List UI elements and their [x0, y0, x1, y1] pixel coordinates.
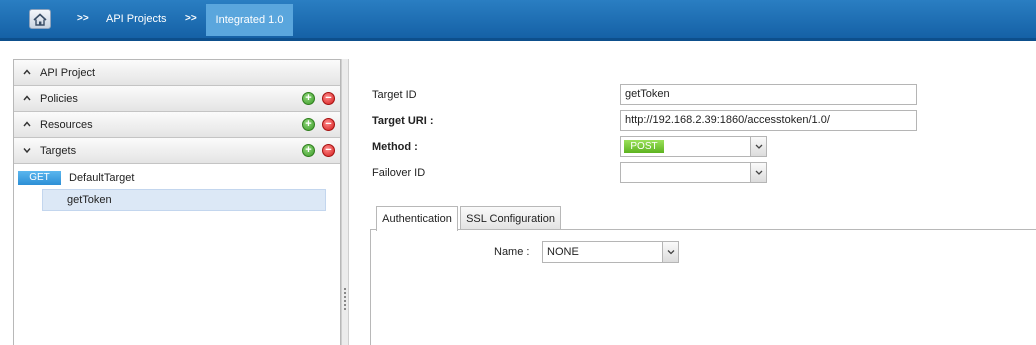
topbar-border: [0, 38, 1036, 41]
dropdown-arrow-icon[interactable]: [750, 137, 766, 156]
target-uri-input[interactable]: http://192.168.2.39:1860/accesstoken/1.0…: [620, 110, 917, 131]
authentication-tab-content: [370, 229, 1036, 345]
add-resource-button[interactable]: +: [302, 118, 315, 131]
section-label: Policies: [40, 93, 78, 105]
method-label: Method :: [372, 141, 418, 153]
target-id-input[interactable]: getToken: [620, 84, 917, 105]
breadcrumb-separator: >>: [185, 13, 197, 24]
section-label: API Project: [40, 67, 96, 79]
add-target-button[interactable]: +: [302, 144, 315, 157]
section-label: Targets: [40, 145, 77, 157]
project-tree-panel: API Project Policies + − Resources + − T…: [13, 59, 341, 345]
section-api-project[interactable]: API Project: [14, 60, 340, 86]
splitter-grip-icon[interactable]: [344, 288, 346, 310]
dropdown-arrow-icon[interactable]: [662, 242, 678, 262]
auth-name-label: Name :: [494, 246, 530, 258]
breadcrumb-current[interactable]: Integrated 1.0: [206, 4, 293, 36]
target-id-label: Target ID: [372, 89, 417, 101]
section-targets[interactable]: Targets + −: [14, 138, 340, 164]
auth-name-value: NONE: [547, 246, 579, 258]
target-uri-label: Target URI :: [372, 115, 434, 127]
add-policy-button[interactable]: +: [302, 92, 315, 105]
auth-name-select[interactable]: NONE: [542, 241, 679, 263]
top-navigation-bar: >> API Projects >> Integrated 1.0: [0, 0, 1036, 38]
chevron-up-icon: [23, 69, 31, 75]
tree-item-default-target[interactable]: GET DefaultTarget: [14, 167, 340, 189]
method-select[interactable]: POST: [620, 136, 767, 157]
remove-target-button[interactable]: −: [322, 144, 335, 157]
tab-ssl-configuration[interactable]: SSL Configuration: [460, 206, 561, 230]
remove-policy-button[interactable]: −: [322, 92, 335, 105]
breadcrumb-api-projects[interactable]: API Projects: [106, 13, 167, 25]
section-resources[interactable]: Resources + −: [14, 112, 340, 138]
section-label: Resources: [40, 119, 93, 131]
panel-splitter[interactable]: [341, 59, 349, 345]
tab-authentication[interactable]: Authentication: [376, 206, 458, 231]
home-icon: [33, 12, 47, 26]
chevron-down-icon: [23, 148, 31, 154]
section-policies[interactable]: Policies + −: [14, 86, 340, 112]
method-badge-post: POST: [624, 140, 664, 153]
breadcrumb-separator: >>: [77, 13, 89, 24]
home-button[interactable]: [29, 9, 51, 29]
method-badge-get: GET: [18, 171, 61, 185]
tree-item-label: DefaultTarget: [69, 172, 135, 184]
chevron-up-icon: [23, 121, 31, 127]
failover-id-label: Failover ID: [372, 167, 426, 179]
tabs-divider: [370, 229, 1036, 230]
tree-item-gettoken[interactable]: getToken: [42, 189, 326, 211]
dropdown-arrow-icon[interactable]: [750, 163, 766, 182]
failover-id-select[interactable]: [620, 162, 767, 183]
tree-item-label: getToken: [67, 194, 112, 206]
remove-resource-button[interactable]: −: [322, 118, 335, 131]
target-details-panel: Target ID getToken Target URI : http://1…: [349, 59, 1036, 345]
chevron-up-icon: [23, 95, 31, 101]
